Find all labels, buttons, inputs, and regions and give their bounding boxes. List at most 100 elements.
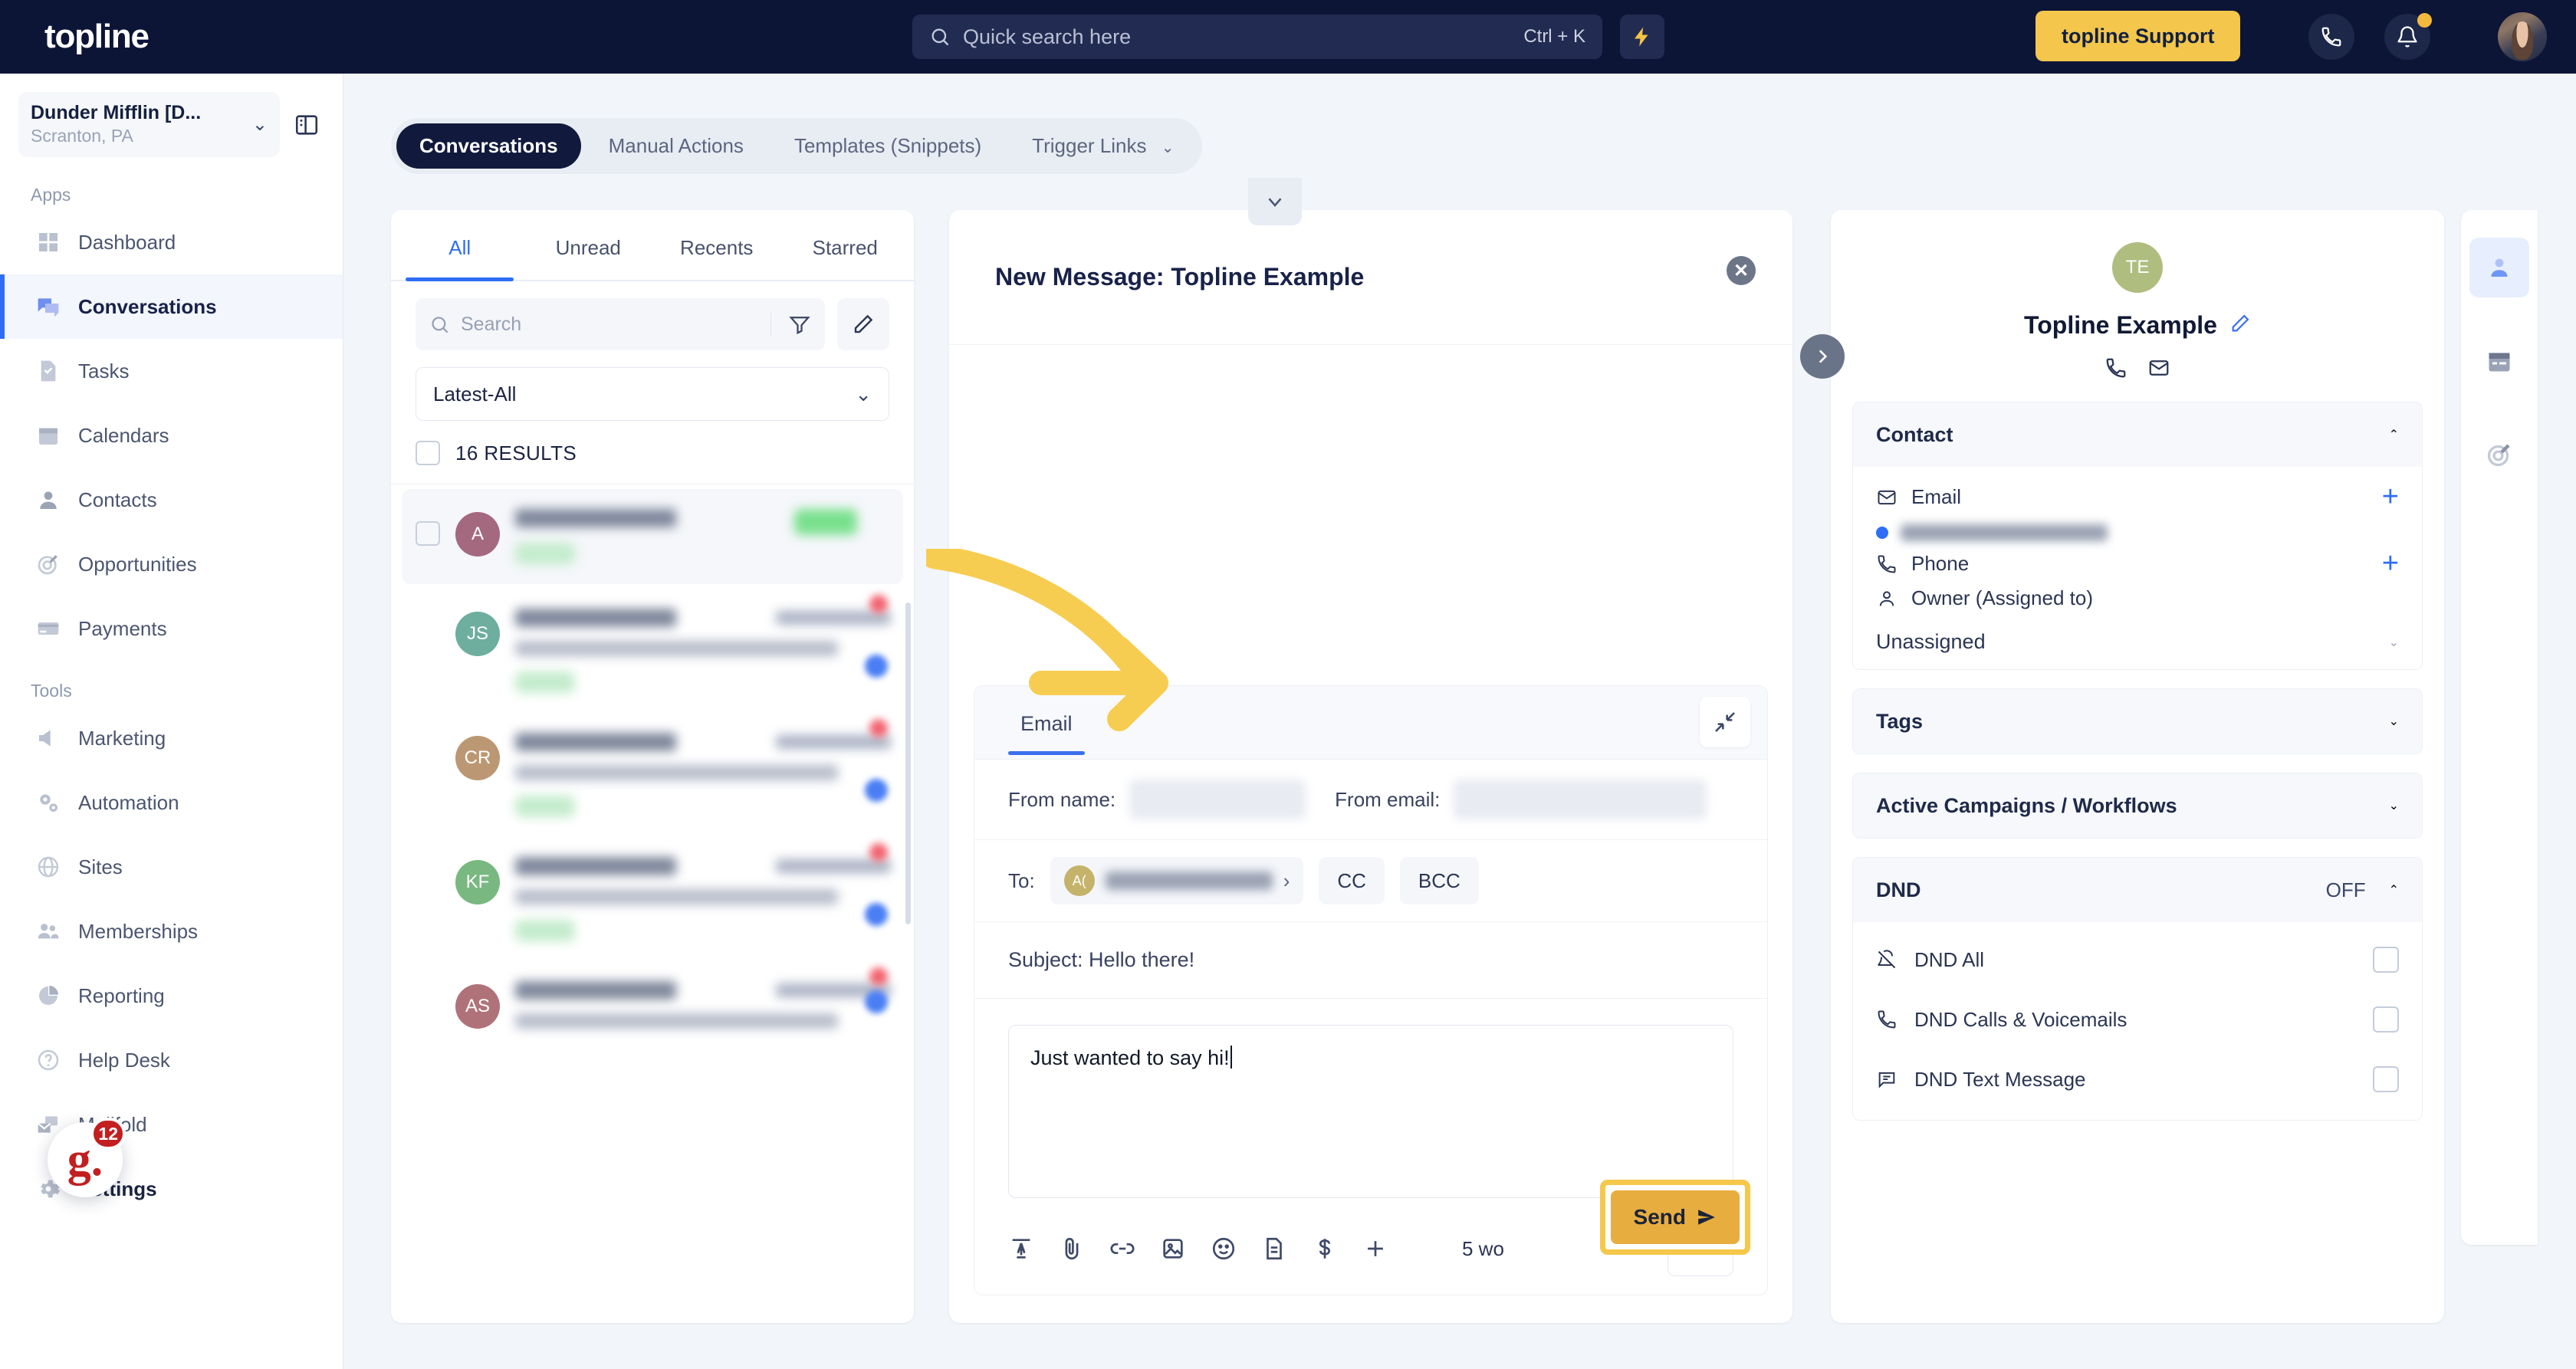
user-avatar[interactable] xyxy=(2498,12,2547,61)
tab-trigger-links[interactable]: Trigger Links ⌄ xyxy=(1009,123,1197,169)
dnd-calls-row[interactable]: DND Calls & Voicemails xyxy=(1853,990,2422,1049)
person-icon xyxy=(1879,590,1894,606)
send-button[interactable]: Send xyxy=(1610,1190,1740,1244)
call-button[interactable] xyxy=(2308,14,2354,60)
document-icon[interactable] xyxy=(1261,1236,1287,1262)
dnd-text-checkbox[interactable] xyxy=(2373,1066,2399,1092)
pencil-edit-icon[interactable] xyxy=(2229,313,2251,338)
table-row[interactable]: AS xyxy=(391,961,914,1049)
select-all-checkbox[interactable] xyxy=(416,441,440,465)
phone-icon xyxy=(1878,1010,1896,1029)
image-icon[interactable] xyxy=(1160,1236,1186,1262)
sidebar-group-tools: Tools xyxy=(31,681,72,701)
conversation-search-input[interactable]: Search xyxy=(416,298,825,350)
envelope-icon[interactable] xyxy=(2147,356,2170,383)
table-row[interactable]: JS xyxy=(391,589,914,713)
sidebar-item-payments[interactable]: Payments xyxy=(0,596,343,661)
quick-actions-bolt-button[interactable] xyxy=(1620,15,1664,59)
sidebar-item-opportunities[interactable]: Opportunities xyxy=(0,532,343,596)
add-email-button[interactable]: + xyxy=(2382,482,2399,511)
contact-phone-row: Phone + xyxy=(1853,541,2422,586)
tab-trigger-links-label: Trigger Links xyxy=(1032,134,1147,157)
text-format-icon[interactable] xyxy=(1008,1236,1034,1262)
table-row[interactable]: CR xyxy=(391,713,914,837)
quick-search-input[interactable]: Quick search here Ctrl + K xyxy=(912,15,1602,59)
filter-button[interactable] xyxy=(770,313,811,336)
compose-collapse-button[interactable] xyxy=(1248,178,1302,225)
campaigns-section-header[interactable]: Active Campaigns / Workflows ⌄ xyxy=(1853,773,2422,838)
dnd-all-row[interactable]: DND All xyxy=(1853,930,2422,990)
table-row[interactable]: A xyxy=(402,489,903,584)
cc-button[interactable]: CC xyxy=(1319,857,1385,904)
sidebar-item-tasks[interactable]: Tasks xyxy=(0,339,343,403)
sidebar-item-sites[interactable]: Sites xyxy=(0,835,343,899)
sidebar-item-conversations[interactable]: Conversations xyxy=(0,274,343,340)
sidebar-item-dashboard[interactable]: Dashboard xyxy=(0,210,343,274)
emoji-icon[interactable] xyxy=(1211,1236,1237,1262)
add-phone-button[interactable]: + xyxy=(2382,549,2399,578)
message-body-field[interactable]: Just wanted to say hi! xyxy=(1008,1025,1733,1198)
dnd-section-header[interactable]: DND OFF ⌃ xyxy=(1853,858,2422,922)
dnd-all-checkbox[interactable] xyxy=(2373,947,2399,973)
close-icon[interactable]: ✕ xyxy=(1727,256,1756,285)
unread-badge xyxy=(869,843,888,862)
tab-manual-actions[interactable]: Manual Actions xyxy=(586,123,767,169)
compose-new-button[interactable] xyxy=(837,298,889,350)
word-count: 5 wo xyxy=(1462,1236,1504,1260)
subject-field[interactable]: Subject: Hello there! xyxy=(974,922,1767,999)
app-logo[interactable]: topline xyxy=(44,18,150,56)
rail-item-opportunities[interactable] xyxy=(2469,425,2529,484)
contact-section-header[interactable]: Contact ⌃ xyxy=(1853,402,2422,467)
support-chat-widget[interactable]: g. 12 xyxy=(48,1118,126,1197)
location-switcher-row: Dunder Mifflin [D... Scranton, PA ⌄ xyxy=(0,74,343,165)
tab-email[interactable]: Email xyxy=(1008,691,1085,755)
contact-section: Contact ⌃ Email + Phone + Owner (Assigne… xyxy=(1852,402,2423,670)
plus-icon[interactable] xyxy=(1362,1236,1388,1262)
from-name-field[interactable] xyxy=(1129,780,1306,819)
conversation-sort-select[interactable]: Latest-All ⌄ xyxy=(416,367,889,421)
conversation-list-scrollbar[interactable] xyxy=(905,602,911,924)
link-icon[interactable] xyxy=(1109,1236,1135,1262)
paperclip-icon[interactable] xyxy=(1059,1236,1085,1262)
bcc-button[interactable]: BCC xyxy=(1399,857,1479,904)
rail-item-calendar[interactable] xyxy=(2469,331,2529,391)
conv-tab-recents[interactable]: Recents xyxy=(652,210,781,280)
phone-icon[interactable] xyxy=(2104,356,2128,383)
contact-owner-row: Owner (Assigned to) xyxy=(1853,586,2422,621)
location-switcher[interactable]: Dunder Mifflin [D... Scranton, PA ⌄ xyxy=(18,92,280,158)
sidebar-item-contacts[interactable]: Contacts xyxy=(0,468,343,532)
quick-search-shortcut: Ctrl + K xyxy=(1523,26,1585,47)
conv-tab-unread[interactable]: Unread xyxy=(524,210,653,280)
table-row[interactable]: KF xyxy=(391,837,914,961)
sidebar-collapse-button[interactable] xyxy=(286,104,327,146)
tab-conversations[interactable]: Conversations xyxy=(396,123,581,169)
tab-templates[interactable]: Templates (Snippets) xyxy=(771,123,1004,169)
sidebar-item-automation[interactable]: Automation xyxy=(0,770,343,835)
sidebar-item-memberships[interactable]: Memberships xyxy=(0,899,343,964)
bell-off-icon xyxy=(1878,950,1896,969)
contact-panel-expand-button[interactable] xyxy=(1800,334,1845,379)
row-checkbox[interactable] xyxy=(416,521,440,546)
conv-tab-all[interactable]: All xyxy=(396,210,524,281)
from-email-field[interactable] xyxy=(1454,780,1707,819)
dnd-calls-checkbox[interactable] xyxy=(2373,1006,2399,1032)
composer-expand-button[interactable] xyxy=(1700,697,1750,747)
dollar-icon[interactable] xyxy=(1312,1236,1338,1262)
sidebar-item-calendars[interactable]: Calendars xyxy=(0,403,343,468)
chevron-down-icon: ⌄ xyxy=(2388,799,2399,813)
notifications-button[interactable] xyxy=(2384,13,2432,60)
support-button[interactable]: topline Support xyxy=(2036,11,2241,61)
compose-header: New Message: Topline Example ✕ xyxy=(949,210,1792,345)
conversation-preview xyxy=(515,857,891,941)
sidebar-item-reporting[interactable]: Reporting xyxy=(0,964,343,1028)
rail-item-contact[interactable] xyxy=(2469,238,2529,297)
tags-section-header[interactable]: Tags ⌄ xyxy=(1853,689,2422,753)
contact-owner-select[interactable]: Unassigned ⌄ xyxy=(1853,621,2422,658)
recipient-chip[interactable]: A( › xyxy=(1050,857,1304,904)
avatar: A xyxy=(455,512,500,556)
conv-tab-starred[interactable]: Starred xyxy=(781,210,910,280)
contact-owner-value: Unassigned xyxy=(1876,630,1986,653)
sidebar-item-help-desk[interactable]: Help Desk xyxy=(0,1028,343,1092)
dnd-text-row[interactable]: DND Text Message xyxy=(1853,1049,2422,1109)
sidebar-item-marketing[interactable]: Marketing xyxy=(0,706,343,770)
